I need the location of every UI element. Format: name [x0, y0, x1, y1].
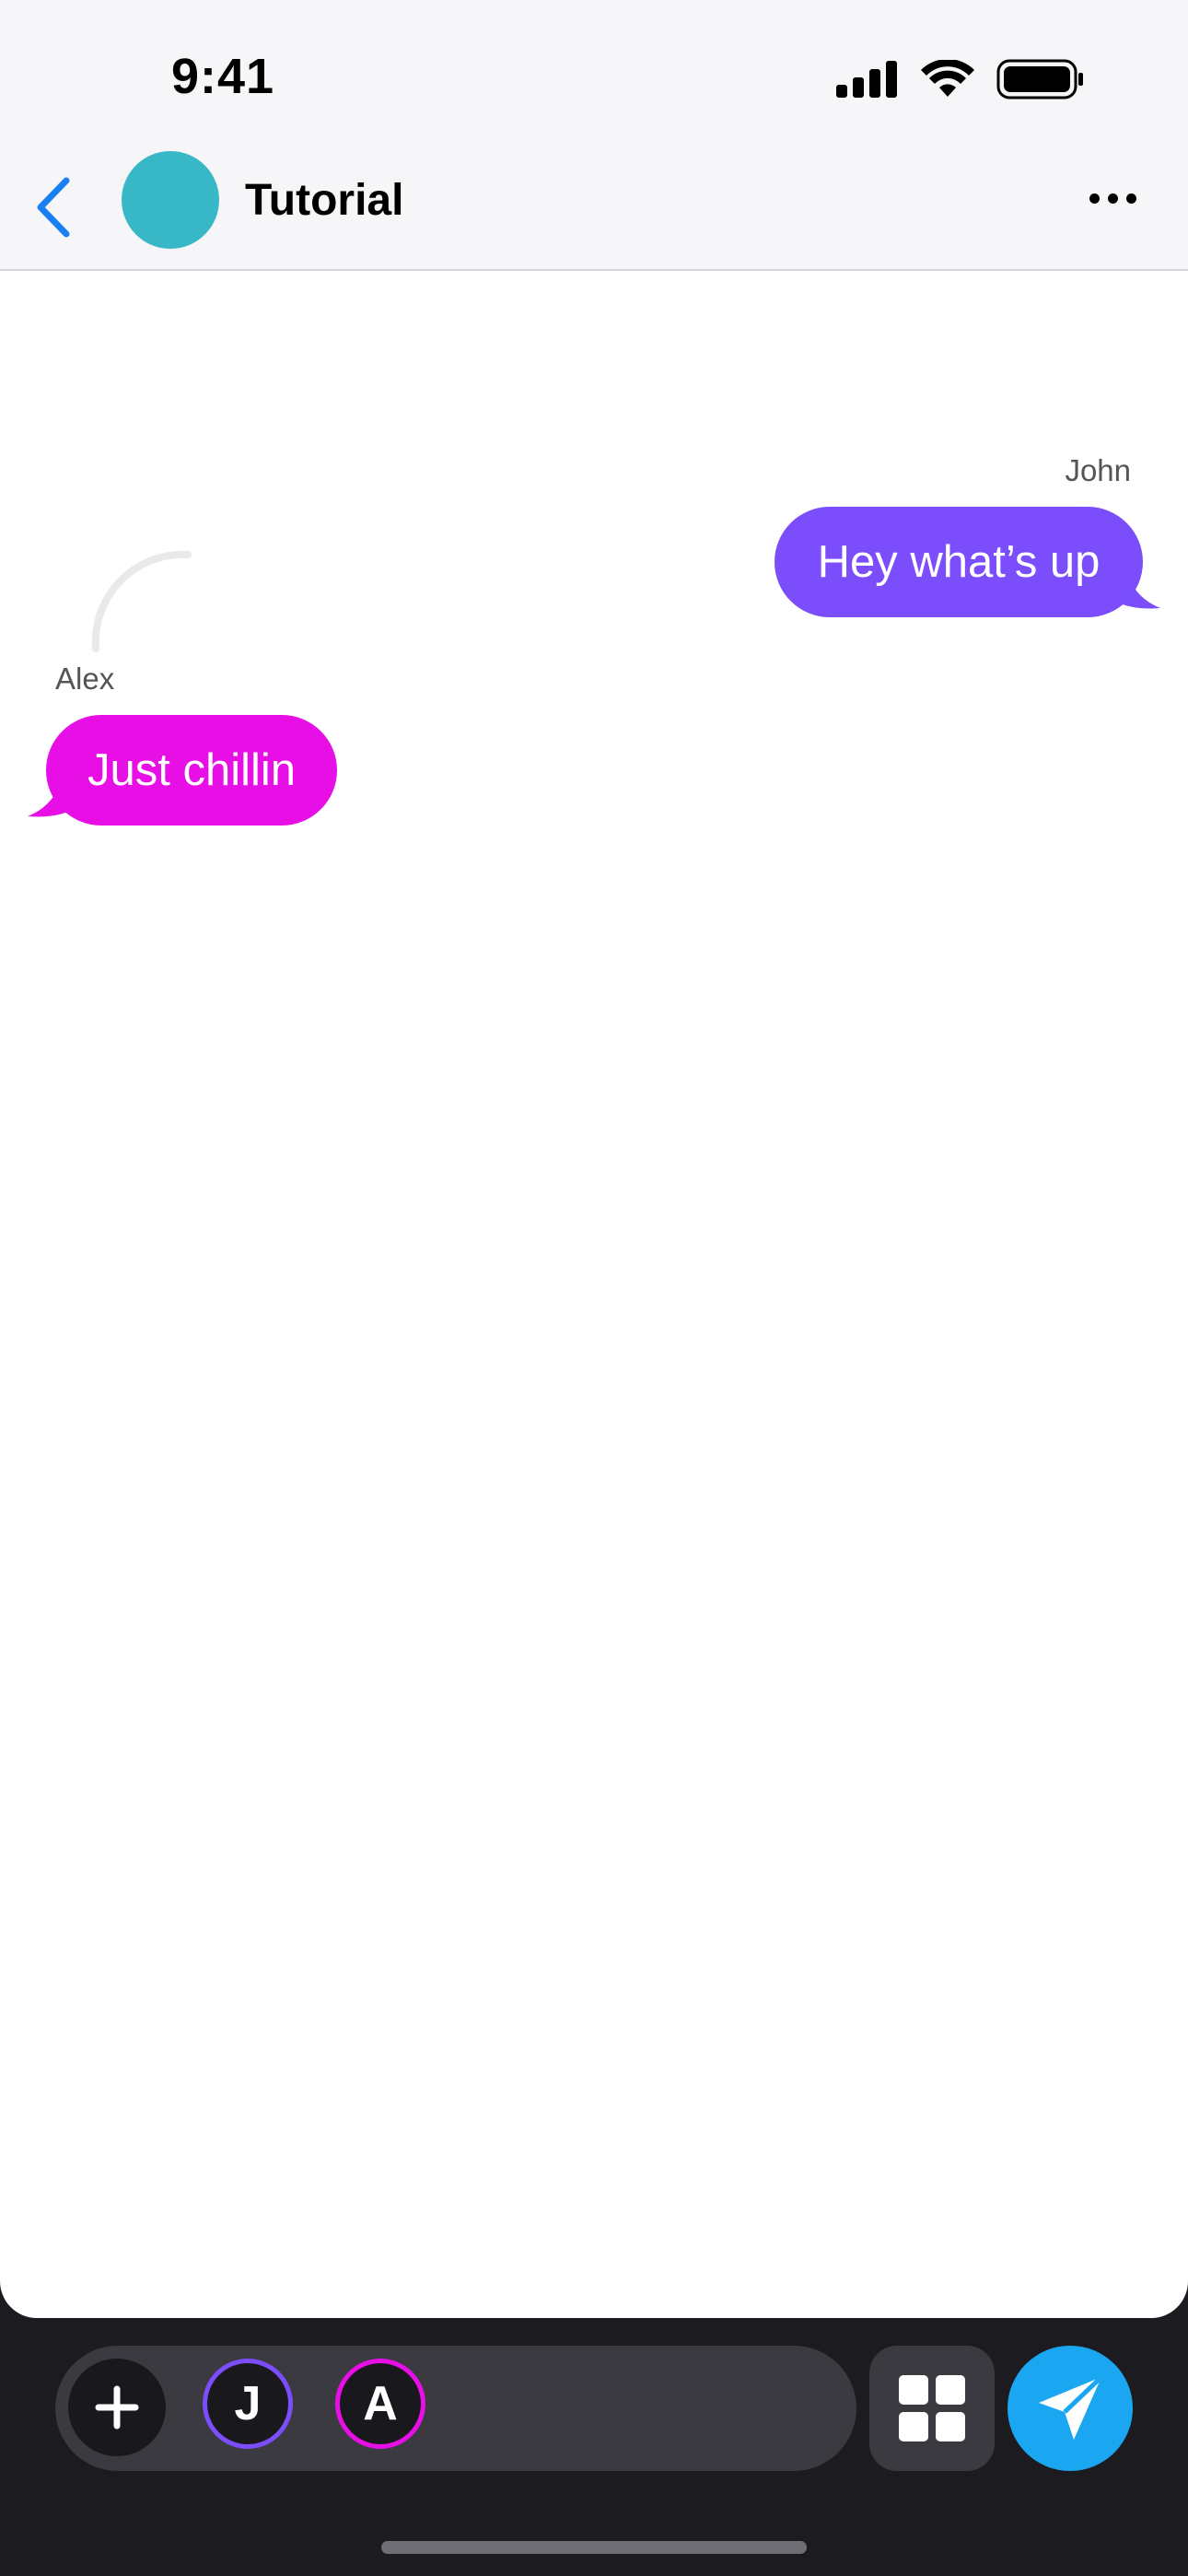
signal-icon: [836, 61, 897, 98]
status-icons: [836, 59, 1085, 100]
chat-avatar[interactable]: [122, 151, 219, 249]
add-button[interactable]: [68, 2359, 166, 2456]
plus-icon: [95, 2385, 139, 2430]
message-bubble-alex[interactable]: Just chillin: [46, 715, 337, 825]
loading-spinner-icon: [91, 550, 192, 652]
more-button[interactable]: [1089, 193, 1136, 204]
composer-input[interactable]: [55, 2346, 856, 2471]
chevron-left-icon: [37, 177, 70, 238]
message-bubble-john[interactable]: Hey what’s up: [775, 507, 1143, 617]
grid-button[interactable]: [869, 2346, 995, 2471]
home-indicator[interactable]: [381, 2541, 807, 2554]
grid-icon: [899, 2375, 965, 2441]
send-button[interactable]: [1007, 2346, 1133, 2471]
message-sender-john: John: [1065, 453, 1131, 487]
back-button[interactable]: [31, 175, 77, 240]
wifi-icon: [921, 60, 974, 97]
header-bar: 9:41 Tutorial: [0, 0, 1188, 271]
participant-chip-a[interactable]: A: [335, 2359, 425, 2449]
message-sender-alex: Alex: [55, 662, 115, 696]
status-time: 9:41: [171, 49, 275, 104]
chat-title[interactable]: Tutorial: [245, 175, 403, 226]
participant-chip-j[interactable]: J: [203, 2359, 293, 2449]
ellipsis-icon: [1089, 193, 1100, 204]
send-icon: [1039, 2375, 1103, 2440]
battery-icon: [996, 59, 1083, 100]
chat-area[interactable]: John Hey what’s up Alex Just chillin: [0, 271, 1188, 2318]
